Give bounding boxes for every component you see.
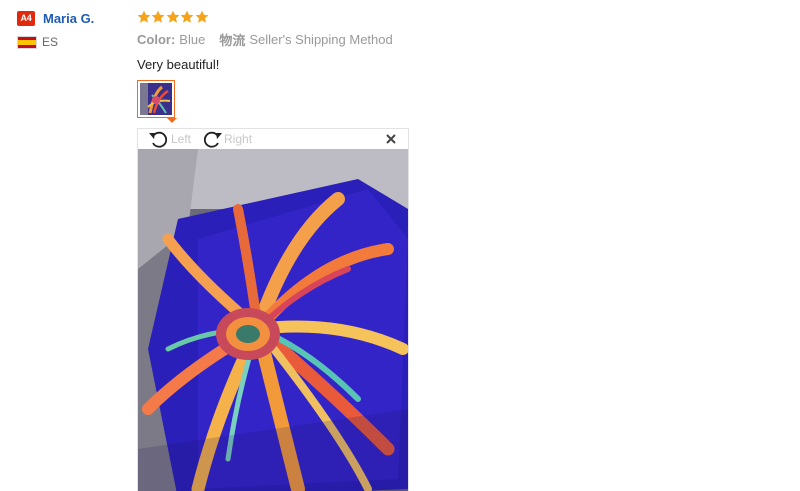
star-icon (166, 10, 180, 24)
thumbnail-photo (140, 83, 172, 115)
rotate-right-icon (201, 130, 223, 148)
color-attr-value: Blue (179, 31, 206, 47)
thumbnail-pointer (167, 118, 177, 123)
sku-attributes: Color: Blue 物流 Seller's Shipping Method (137, 30, 777, 48)
level-badge: A4 (17, 10, 35, 26)
country-code: ES (42, 35, 59, 49)
star-icon (137, 10, 151, 24)
review-photo-thumbnail[interactable] (137, 80, 175, 118)
review-text: Very beautiful! (137, 57, 220, 72)
reviewer-country: ES (17, 34, 127, 50)
spain-flag-icon (17, 35, 37, 49)
close-icon[interactable] (384, 132, 398, 146)
star-icon (195, 10, 209, 24)
reviewer-info: A4 Maria G. ES (17, 9, 127, 50)
review-photo-large (138, 149, 408, 491)
rotate-left-button[interactable]: Left (148, 130, 191, 148)
star-icon (180, 10, 194, 24)
rotate-left-icon (148, 130, 170, 148)
image-viewer: Left Right (137, 128, 409, 491)
review-content: Color: Blue 物流 Seller's Shipping Method … (137, 9, 777, 491)
star-icon (151, 10, 165, 24)
reviewer-name-row: A4 Maria G. (17, 9, 127, 27)
review-item: A4 Maria G. ES Color: Blue 物流 Seller's S… (0, 0, 800, 491)
viewer-toolbar: Left Right (138, 129, 408, 149)
rotate-left-label: Left (171, 132, 192, 146)
shipping-attr-key: 物流 (219, 32, 246, 48)
color-attr-key: Color: (137, 31, 176, 47)
star-rating (137, 9, 777, 25)
reviewer-name[interactable]: Maria G. (43, 11, 94, 26)
shipping-attr-value: Seller's Shipping Method (249, 31, 393, 47)
rotate-right-button[interactable]: Right (201, 130, 252, 148)
rotate-right-label: Right (224, 132, 253, 146)
